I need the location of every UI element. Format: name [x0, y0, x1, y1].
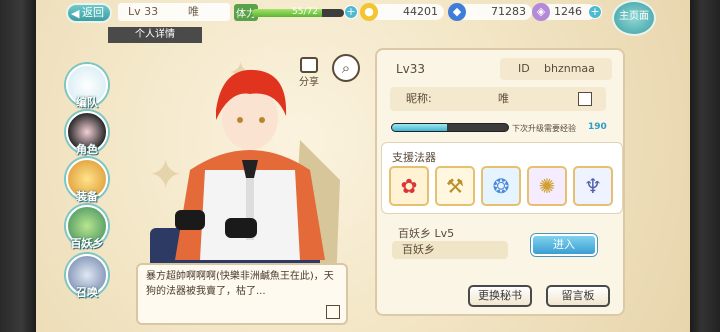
nickname-value: 唯 [498, 92, 509, 105]
page-title: 个人详情 [108, 27, 202, 43]
home-label: 主页面 [619, 11, 649, 22]
nickname-key: 昵称: [406, 92, 432, 105]
left-glove [175, 210, 205, 230]
sidebar-item-character[interactable]: 角色 [64, 111, 110, 156]
orb-icon: ✺ [538, 174, 556, 198]
share-button[interactable]: 分享 [295, 57, 323, 88]
stamina-text: 55/72 [292, 7, 318, 17]
back-button[interactable]: ◀ 返回 [66, 3, 112, 23]
nickname-field: 昵称: 唯 [390, 87, 606, 111]
gem-value: 71283 [491, 5, 526, 18]
sidebar-item-equipment[interactable]: 装备 [64, 158, 110, 203]
gem-counter: ◆ 71283 [448, 3, 532, 21]
artifact-slot[interactable]: ⚒ [435, 166, 475, 206]
enter-button[interactable]: 进入 [531, 234, 597, 256]
dialog-text: 暴方超帥啊啊啊(快樂非洲鹹魚王在此)，天狗的法器被我賣了，枯了... [146, 271, 334, 297]
coin-counter: ● 44201 [360, 3, 444, 21]
exp-value: 190 [588, 122, 607, 132]
share-icon [300, 57, 318, 73]
search-icon: ⌕ [341, 59, 351, 77]
id-key: ID [518, 62, 530, 75]
id-value: bhznmaa [544, 62, 595, 75]
back-label: 返回 [82, 6, 104, 19]
exp-fill [392, 124, 447, 131]
artifact-slot[interactable]: ✿ [389, 166, 429, 206]
zoom-button[interactable]: ⌕ [332, 54, 360, 82]
edit-nickname-icon[interactable] [578, 92, 592, 106]
crystal-value: 1246 [554, 5, 582, 18]
sidebar-item-label: 编队 [76, 96, 98, 109]
fire-orb-icon: ✿ [400, 174, 418, 198]
village-name: 百妖乡 [392, 241, 508, 259]
sidebar-item-label: 装备 [76, 190, 98, 203]
speech-bubble: 暴方超帥啊啊啊(快樂非洲鹹魚王在此)，天狗的法器被我賣了，枯了... [136, 263, 348, 325]
left-eye [237, 117, 243, 123]
crystal-icon: ◈ [532, 3, 550, 21]
coin-icon: ● [360, 3, 378, 21]
artifact-slot[interactable]: ♆ [573, 166, 613, 206]
player-id: ID bhznmaa [500, 58, 612, 80]
trident-icon: ♆ [584, 174, 602, 198]
sidebar-item-label: 百妖乡 [70, 237, 104, 250]
sidebar-item-label: 角色 [76, 143, 98, 156]
gem-icon: ◆ [448, 3, 466, 21]
exp-bar [391, 123, 509, 132]
game-screen: ✦ ✦ ◀ 返回 Lv 33 唯 体力 55/72 + ● 44201 ◆ 71… [0, 0, 720, 332]
add-crystal-button[interactable]: + [588, 5, 602, 19]
support-title: 支援法器 [392, 151, 436, 164]
right-eye [259, 117, 265, 123]
village-title: 百妖乡 Lv5 [398, 227, 455, 240]
sidebar-item-summon[interactable]: 召唤 [64, 254, 110, 299]
player-level-bar: Lv 33 唯 [118, 3, 230, 21]
exp-label: 下次升级需要经验 [512, 124, 576, 133]
sidebar-item-team[interactable]: 编队 [64, 64, 110, 109]
player-name: 唯 [188, 5, 199, 18]
right-pillar [690, 0, 720, 332]
axe-icon: ⚒ [446, 174, 464, 198]
profile-level: Lv33 [396, 62, 426, 76]
artifact-slot[interactable]: ✺ [527, 166, 567, 206]
back-arrow-icon: ◀ [71, 7, 80, 20]
artifact-slot[interactable]: ❂ [481, 166, 521, 206]
home-button[interactable]: 主页面 [612, 0, 656, 36]
share-label: 分享 [299, 77, 319, 88]
change-secretary-button[interactable]: 更换秘书 [468, 285, 532, 307]
stamina-bar: 体力 55/72 [234, 4, 356, 21]
player-level: Lv 33 [128, 5, 159, 18]
coin-value: 44201 [403, 5, 438, 18]
right-glove [225, 218, 257, 238]
sidebar-item-label: 召唤 [76, 286, 98, 299]
sidebar-item-village[interactable]: 百妖乡 [64, 205, 110, 250]
crystal-ball-icon: ❂ [492, 174, 510, 198]
add-stamina-button[interactable]: + [344, 5, 358, 19]
left-pillar [0, 0, 36, 332]
message-board-button[interactable]: 留言板 [546, 285, 610, 307]
edit-dialog-icon[interactable] [326, 305, 340, 319]
